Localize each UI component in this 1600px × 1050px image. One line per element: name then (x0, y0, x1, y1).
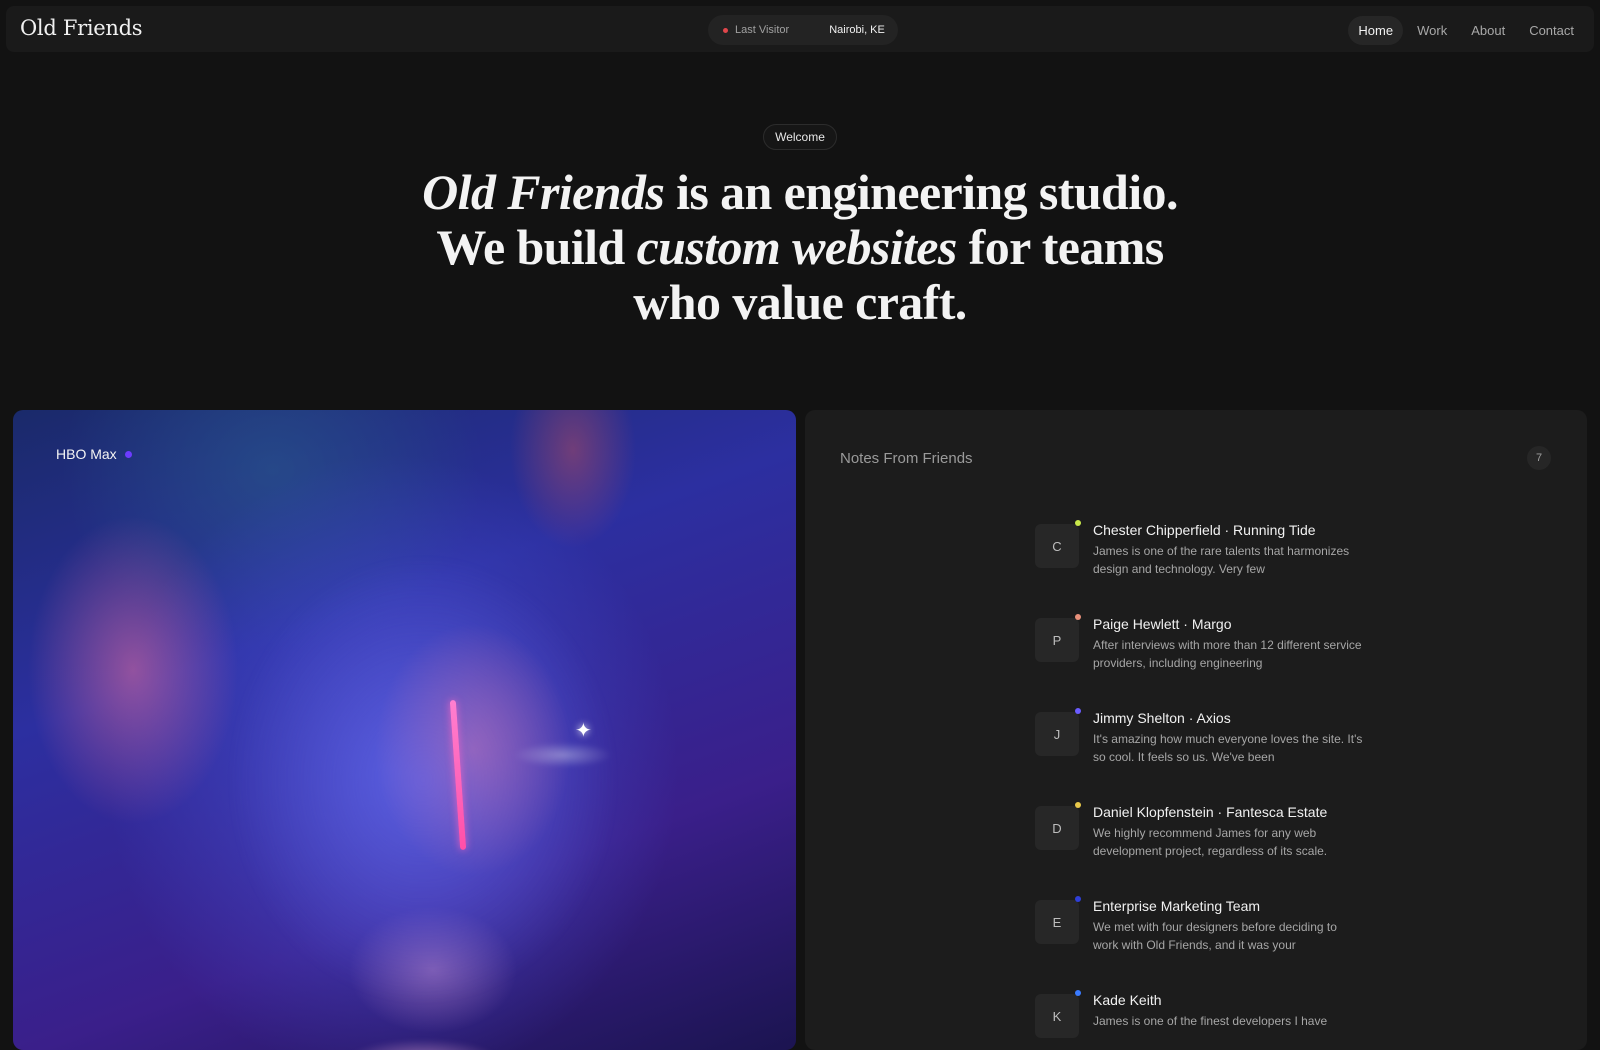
note-item[interactable]: K Kade Keith James is one of the finest … (1035, 990, 1375, 1050)
note-item[interactable]: J Jimmy Shelton · Axios It's amazing how… (1035, 708, 1375, 778)
hero-line2-a: We build (436, 219, 637, 275)
nav-link-work[interactable]: Work (1407, 16, 1457, 45)
avatar: K (1035, 994, 1079, 1038)
status-dot-icon (1075, 896, 1081, 902)
hero-line1-text: is an engineering studio. (664, 164, 1178, 220)
client-dot-icon (124, 450, 132, 458)
brand-logo[interactable]: Old Friends (20, 16, 143, 40)
hero-line2-b: for teams (956, 219, 1165, 275)
media-client-label: HBO Max (56, 446, 132, 462)
sparkle-icon: ✦ (575, 720, 592, 742)
nav-link-contact[interactable]: Contact (1519, 16, 1584, 45)
note-text: We highly recommend James for any web de… (1093, 826, 1328, 858)
note-text: James is one of the rare talents that ha… (1093, 544, 1350, 576)
status-dot-icon (1075, 802, 1081, 808)
notes-title: Notes From Friends (840, 450, 973, 467)
notes-card: Notes From Friends 7 C Chester Chipperfi… (805, 410, 1587, 1050)
status-dot-icon (1075, 614, 1081, 620)
note-author: Kade Keith (1093, 992, 1162, 1008)
avatar: C (1035, 524, 1079, 568)
portrait-face-shape (103, 520, 723, 1050)
welcome-badge: Welcome (763, 124, 837, 150)
note-text: We met with four designers before decidi… (1093, 920, 1337, 952)
avatar: P (1035, 618, 1079, 662)
last-visitor-city: Nairobi, KE (829, 24, 885, 36)
top-nav: Old Friends Last Visitor Nairobi, KE Hom… (6, 6, 1594, 52)
status-dot-icon (1075, 520, 1081, 526)
status-dot-icon (1075, 708, 1081, 714)
nav-link-about[interactable]: About (1461, 16, 1515, 45)
nav-link-home[interactable]: Home (1348, 15, 1404, 45)
note-item[interactable]: C Chester Chipperfield · Running Tide Ja… (1035, 520, 1375, 590)
avatar: J (1035, 712, 1079, 756)
nav-links: Home Work About Contact (1348, 15, 1584, 45)
note-item[interactable]: P Paige Hewlett · Margo After interviews… (1035, 614, 1375, 684)
notes-count-badge: 7 (1527, 446, 1551, 470)
note-item[interactable]: E Enterprise Marketing Team We met with … (1035, 896, 1375, 966)
avatar: E (1035, 900, 1079, 944)
note-author: Enterprise Marketing Team (1093, 898, 1261, 914)
portrait-image[interactable] (13, 410, 796, 1050)
note-author: Jimmy Shelton · Axios (1093, 710, 1231, 726)
hero-line3: who value craft. (633, 274, 967, 330)
note-author: Chester Chipperfield · Running Tide (1093, 522, 1316, 538)
note-text: James is one of the finest developers I … (1093, 1014, 1328, 1028)
note-item[interactable]: D Daniel Klopfenstein · Fantesca Estate … (1035, 802, 1375, 872)
note-text: After interviews with more than 12 diffe… (1093, 638, 1362, 670)
status-dot-icon (723, 27, 728, 33)
hero-heading: Old Friends is an engineering studio. We… (300, 165, 1300, 330)
hero-brand-italic: Old Friends (422, 164, 665, 220)
hero-line2-italic: custom websites (636, 219, 958, 275)
note-author: Paige Hewlett · Margo (1093, 616, 1232, 632)
note-author: Daniel Klopfenstein · Fantesca Estate (1093, 804, 1328, 820)
last-visitor-label: Last Visitor (735, 24, 790, 36)
status-dot-icon (1075, 990, 1081, 996)
media-client-name: HBO Max (56, 446, 117, 462)
avatar: D (1035, 806, 1079, 850)
last-visitor-pill: Last Visitor Nairobi, KE (708, 15, 898, 45)
note-text: It's amazing how much everyone loves the… (1093, 732, 1363, 764)
